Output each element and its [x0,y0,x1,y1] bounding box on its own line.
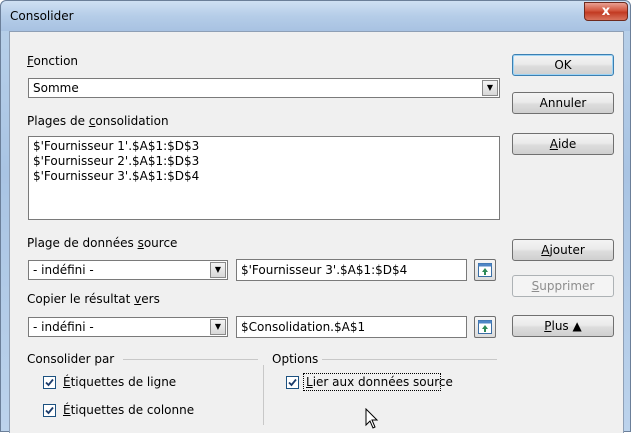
ok-button[interactable]: OK [512,54,614,76]
dialog-body: Fonction Somme ▼ Plages de consolidation… [9,31,624,433]
link-source-checkbox[interactable] [286,376,299,389]
source-range-input[interactable]: $'Fournisseur 3'.$A$1:$D$4 [236,259,467,281]
options-separator [263,365,264,425]
column-labels-label[interactable]: Étiquettes de colonne [63,403,194,417]
column-labels-checkbox[interactable] [43,404,56,417]
copy-result-select[interactable]: - indéfini - ▼ [28,317,228,337]
checkmark-icon [45,406,54,415]
consolidate-by-title: Consolider par [27,352,115,366]
window-title: Consolider [10,9,74,23]
close-button[interactable]: x [584,2,628,21]
copy-result-shrink-button[interactable] [474,316,496,338]
remove-button[interactable]: Supprimer [512,275,614,297]
group-divider [322,359,497,360]
help-button[interactable]: Aide [512,133,614,155]
mouse-pointer-icon [365,408,379,429]
chevron-down-icon[interactable]: ▼ [210,319,226,335]
range-select-icon [478,263,492,277]
list-item[interactable]: $'Fournisseur 2'.$A$1:$D$3 [29,154,499,169]
consolidation-ranges-list[interactable]: $'Fournisseur 1'.$A$1:$D$3 $'Fournisseur… [28,136,500,220]
consolidate-dialog: Consolider x Fonction Somme ▼ Plages de … [0,0,631,433]
copy-result-select-value: - indéfini - [33,320,94,334]
more-button[interactable]: Plus ▲ [512,315,614,337]
consolidation-ranges-label: Plages de consolidation [27,114,169,128]
checkmark-icon [45,378,54,387]
options-title: Options [272,352,319,366]
source-range-select-value: - indéfini - [33,263,94,277]
source-range-select[interactable]: - indéfini - ▼ [28,260,228,280]
checkmark-icon [288,378,297,387]
chevron-down-icon[interactable]: ▼ [482,80,498,96]
title-bar[interactable]: Consolider x [1,1,630,31]
copy-result-label: Copier le résultat vers [27,292,160,306]
close-icon: x [601,4,611,19]
chevron-down-icon[interactable]: ▼ [210,262,226,278]
row-labels-checkbox[interactable] [43,376,56,389]
copy-result-input-value: $Consolidation.$A$1 [241,320,366,334]
list-item[interactable]: $'Fournisseur 3'.$A$1:$D$4 [29,169,499,184]
list-item[interactable]: $'Fournisseur 1'.$A$1:$D$3 [29,139,499,154]
source-range-input-value: $'Fournisseur 3'.$A$1:$D$4 [241,263,408,277]
function-select[interactable]: Somme ▼ [28,78,500,98]
group-divider [123,359,258,360]
source-range-shrink-button[interactable] [474,259,496,281]
function-label: Fonction [27,54,79,68]
cancel-button[interactable]: Annuler [512,92,614,114]
copy-result-input[interactable]: $Consolidation.$A$1 [236,316,467,338]
range-select-icon [478,320,492,334]
link-source-label[interactable]: Lier aux données source [306,375,453,389]
row-labels-label[interactable]: Étiquettes de ligne [63,375,176,389]
add-button[interactable]: Ajouter [512,239,614,261]
chevron-up-icon: ▲ [572,319,582,333]
source-range-label: Plage de données source [27,236,178,250]
function-select-value: Somme [33,81,79,95]
